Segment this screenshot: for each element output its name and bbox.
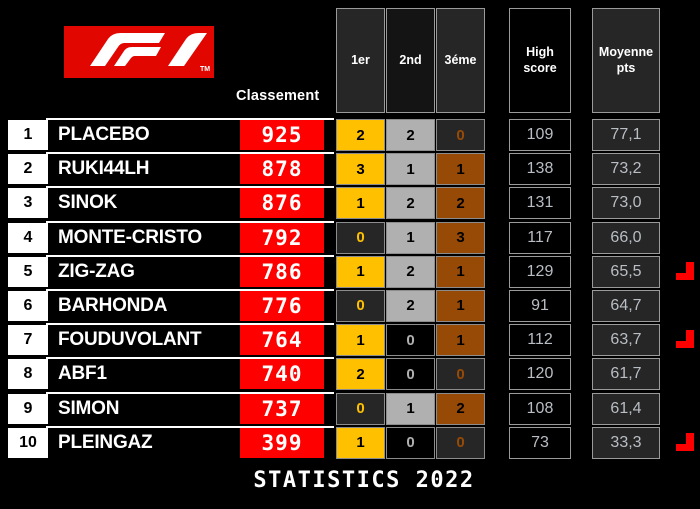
rank-number: 6 [8,290,48,321]
red-corner-marker-icon [672,431,696,455]
podium-first-count: 2 [336,119,385,151]
table-row[interactable]: 6 BARHONDA 776 0 2 1 91 64,7 [0,288,700,323]
rank-number: 4 [8,222,48,253]
high-score-value: 91 [509,289,571,322]
total-points: 878 [240,154,324,185]
moyenne-pts-value: 61,7 [592,358,660,391]
column-header-3eme: 3éme [436,8,485,113]
rank-number: 2 [8,154,48,185]
rank-number: 9 [8,393,48,424]
table-row[interactable]: 3 SINOK 876 1 2 2 131 73,0 [0,186,700,220]
column-header-moyenne-pts: Moyenne pts [592,8,660,113]
moyenne-pts-value: 77,1 [592,119,660,151]
table-row[interactable]: 7 FOUDUVOLANT 764 1 0 1 112 63,7 [0,323,700,357]
podium-third-count: 2 [436,187,485,220]
podium-second-count: 0 [386,426,435,459]
board-header: TM Classement 1er 2nd 3éme High score Mo… [0,0,700,118]
rank-number: 8 [8,359,48,390]
high-score-value: 117 [509,221,571,254]
podium-first-count: 1 [336,426,385,459]
column-header-1er: 1er [336,8,385,113]
podium-first-count: 1 [336,187,385,220]
podium-third-count: 0 [436,119,485,151]
moyenne-pts-value: 73,0 [592,187,660,220]
table-row[interactable]: 4 MONTE-CRISTO 792 0 1 3 117 66,0 [0,220,700,255]
high-score-value: 131 [509,187,571,220]
red-corner-marker-icon [672,260,696,284]
podium-first-count: 0 [336,221,385,254]
footer-title: STATISTICS 2022 [0,468,700,493]
rank-number: 5 [8,256,48,287]
total-points: 792 [240,222,324,253]
total-points: 740 [240,359,324,390]
podium-first-count: 0 [336,392,385,425]
podium-second-count: 1 [386,153,435,186]
podium-second-count: 2 [386,289,435,322]
total-points: 737 [240,393,324,424]
podium-third-count: 1 [436,153,485,186]
podium-third-count: 1 [436,289,485,322]
podium-second-count: 1 [386,392,435,425]
rank-number: 10 [8,427,48,458]
standings-table: 1 PLACEBO 925 2 2 0 109 77,1 2 RUKI44LH 878 3 1 1 138 7… [0,118,700,460]
rank-number: 1 [8,120,48,150]
podium-second-count: 2 [386,119,435,151]
total-points: 786 [240,256,324,287]
footer-title-text: STATISTICS 2022 [253,468,475,493]
podium-third-count: 2 [436,392,485,425]
total-points: 876 [240,188,324,219]
podium-first-count: 1 [336,255,385,288]
podium-first-count: 3 [336,153,385,186]
rank-number: 3 [8,188,48,219]
table-row[interactable]: 9 SIMON 737 0 1 2 108 61,4 [0,391,700,426]
podium-third-count: 1 [436,255,485,288]
podium-third-count: 3 [436,221,485,254]
high-score-value: 129 [509,255,571,288]
high-score-value: 138 [509,153,571,186]
high-score-value: 120 [509,358,571,391]
moyenne-pts-value: 73,2 [592,153,660,186]
table-row[interactable]: 10 PLEINGAZ 399 1 0 0 73 33,3 [0,425,700,460]
moyenne-pts-value: 64,7 [592,289,660,322]
moyenne-pts-value: 61,4 [592,392,660,425]
podium-second-count: 0 [386,358,435,391]
column-header-high-score: High score [509,8,571,113]
podium-third-count: 0 [436,358,485,391]
svg-text:TM: TM [200,66,210,73]
rank-number: 7 [8,325,48,356]
total-points: 776 [240,290,324,321]
total-points: 764 [240,325,324,356]
podium-second-count: 1 [386,221,435,254]
total-points: 399 [240,427,324,458]
table-row[interactable]: 8 ABF1 740 2 0 0 120 61,7 [0,357,700,391]
podium-first-count: 0 [336,289,385,322]
podium-third-count: 1 [436,324,485,357]
moyenne-pts-value: 33,3 [592,426,660,459]
moyenne-pts-value: 63,7 [592,324,660,357]
f1-statistics-board: TM Classement 1er 2nd 3éme High score Mo… [0,0,700,509]
column-header-2nd: 2nd [386,8,435,113]
podium-third-count: 0 [436,426,485,459]
f1-logo: TM [64,26,214,78]
table-row[interactable]: 5 ZIG-ZAG 786 1 2 1 129 65,5 [0,254,700,289]
table-row[interactable]: 1 PLACEBO 925 2 2 0 109 77,1 [0,118,700,152]
high-score-value: 112 [509,324,571,357]
moyenne-pts-value: 66,0 [592,221,660,254]
podium-second-count: 2 [386,255,435,288]
podium-second-count: 0 [386,324,435,357]
podium-first-count: 2 [336,358,385,391]
high-score-value: 109 [509,119,571,151]
red-corner-marker-icon [672,328,696,352]
total-points: 925 [240,120,324,150]
table-row[interactable]: 2 RUKI44LH 878 3 1 1 138 73,2 [0,152,700,186]
podium-second-count: 2 [386,187,435,220]
podium-first-count: 1 [336,324,385,357]
high-score-value: 73 [509,426,571,459]
high-score-value: 108 [509,392,571,425]
moyenne-pts-value: 65,5 [592,255,660,288]
classement-label: Classement [236,88,320,104]
